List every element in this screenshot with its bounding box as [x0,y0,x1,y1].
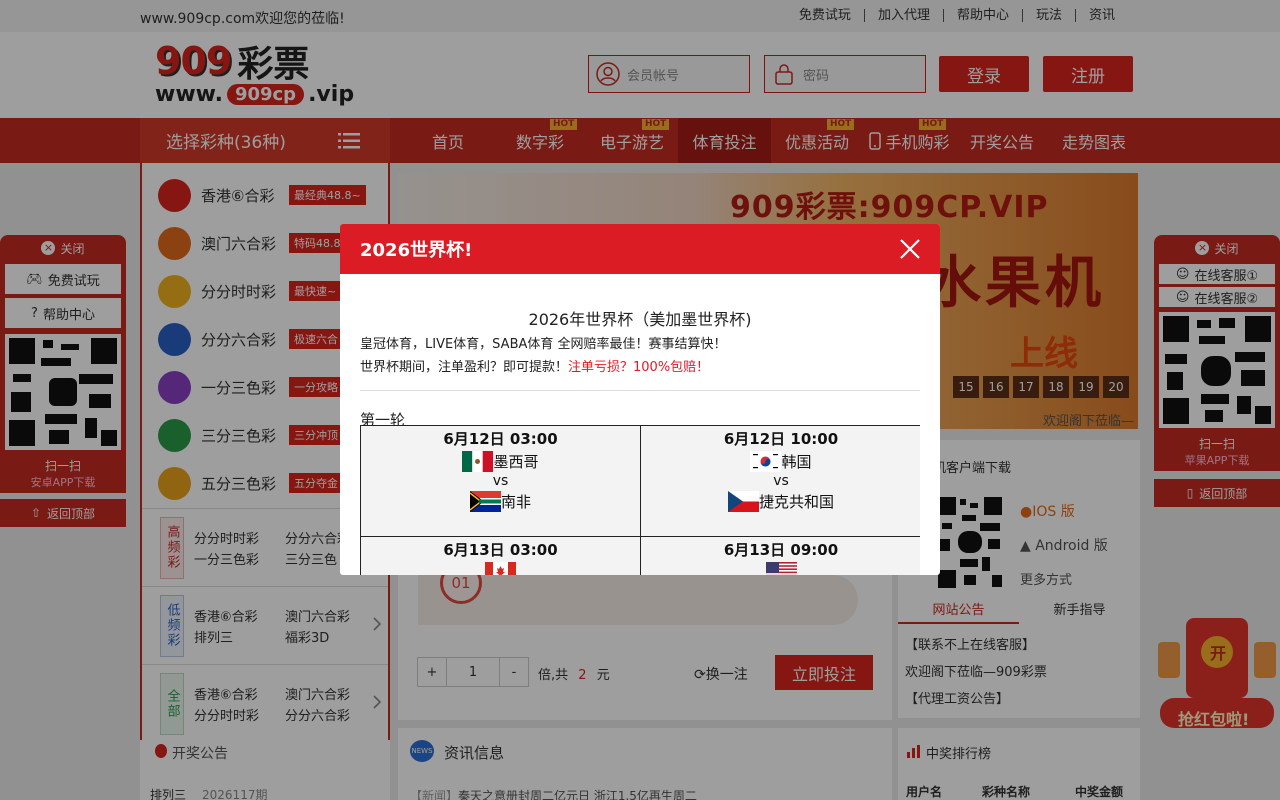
czech-flag-icon [727,491,759,512]
canada-flag-icon [485,562,516,575]
modal-line-1: 皇冠体育，LIVE体育，SABA体育 全网赔率最佳！赛事结算快！ [360,337,727,352]
match-home: 韩国 [641,451,920,472]
match-time: 6月13日 09:00 [723,541,839,559]
match-time: 6月13日 03:00 [443,541,558,559]
modal-line-2-highlight: 注单亏损？100%包赔！ [568,360,710,375]
match-cell: 6月13日 09:00 [641,537,920,575]
modal-title: 2026世界杯! [360,240,473,261]
usa-flag-icon [765,562,797,575]
match-time: 6月12日 03:00 [443,430,558,448]
match-cell: 6月13日 03:00 [361,537,641,575]
match-vs: vs [773,473,789,489]
modal-divider [360,390,920,391]
modal-body: 2026年世界杯（美加墨世界杯) 皇冠体育，LIVE体育，SABA体育 全网赔率… [360,274,920,575]
match-time: 6月12日 10:00 [723,430,839,448]
match-away-name: 捷克共和国 [758,493,834,511]
close-icon[interactable] [898,237,922,261]
match-home: 墨西哥 [361,451,640,472]
world-cup-modal: 2026世界杯! 2026年世界杯（美加墨世界杯) 皇冠体育，LIVE体育，SA… [340,224,940,575]
modal-heading: 2026年世界杯（美加墨世界杯) [528,310,752,329]
match-vs: vs [492,473,509,489]
mexico-flag-icon [462,451,494,472]
match-away-name: 南非 [500,493,531,511]
modal-line-2: 世界杯期间，注单盈利？即可提款！注单亏损？100%包赔！ [360,356,920,375]
modal-line-2-text: 世界杯期间，注单盈利？即可提款！ [360,360,569,375]
match-home-name: 墨西哥 [493,453,539,471]
match-cell: 6月12日 03:00 墨西哥 vs 南非 [361,426,641,537]
korea-flag-icon [750,451,782,472]
match-away: 捷克共和国 [641,491,920,512]
match-away: 南非 [361,491,640,512]
match-table: 6月12日 03:00 墨西哥 vs 南非 6月12日 10:00 韩国 vs [360,425,920,575]
match-home [641,562,920,575]
match-cell: 6月12日 10:00 韩国 vs 捷克共和国 [641,426,920,537]
match-home-name: 韩国 [781,453,812,471]
match-home [361,562,640,575]
modal-header: 2026世界杯! [340,224,940,274]
south-africa-flag-icon [469,491,501,512]
